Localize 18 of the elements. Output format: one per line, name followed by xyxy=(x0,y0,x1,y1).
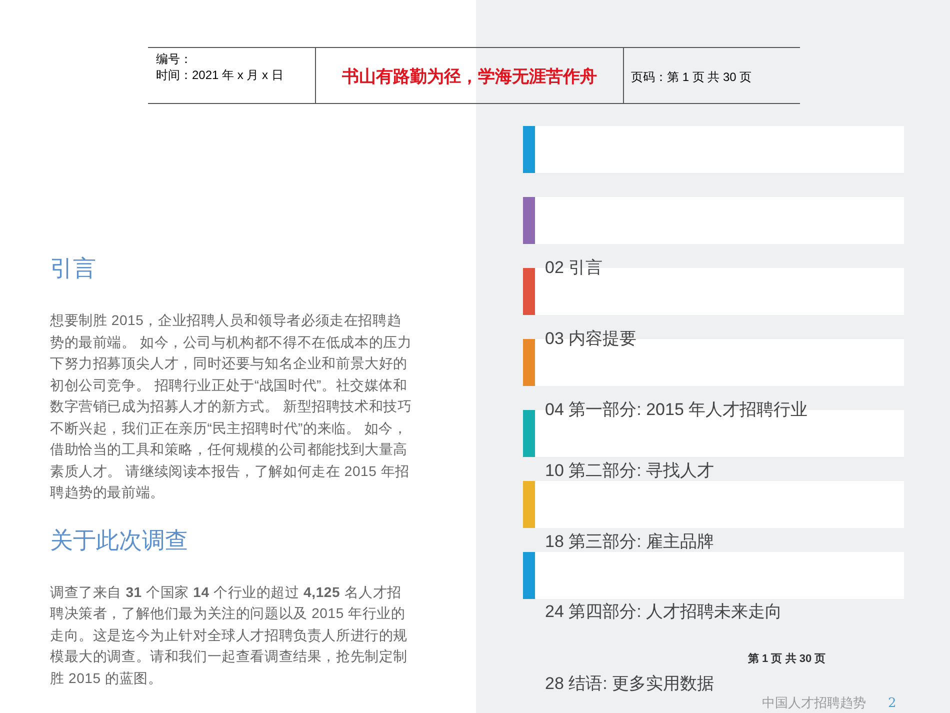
toc-entry[interactable]: 24 第四部分: 人才招聘未来走向 xyxy=(545,602,782,621)
toc-entry[interactable]: 10 第二部分: 寻找人才 xyxy=(545,461,714,480)
page-info: 页码：第 1 页 共 30 页 xyxy=(631,68,752,86)
toc-entry[interactable]: 18 第三部分: 雇主品牌 xyxy=(545,532,714,551)
toc-entry[interactable]: 28 结语: 更多实用数据 xyxy=(545,674,714,693)
page-number: 2 xyxy=(888,695,896,713)
section-paragraph: 调查了来自 31 个国家 14 个行业的超过 4,125 名人才招聘决策者，了解他们最为关注的问题以及 2015 年行业的走向。这是迄今为止针对全球人才招聘负责人所进行的规模最大的调查。请和我们一起查看调查结果，抢先制定制胜 2015 的蓝图。 xyxy=(50,582,408,688)
page-counter: 第 1 页 共 30 页 xyxy=(748,652,826,667)
toc-entry[interactable]: 02 引言 xyxy=(545,258,603,277)
section-heading: 关于此次调查 xyxy=(50,526,188,554)
motto-text: 书山有路勤为径，学海无涯苦作舟 xyxy=(342,66,597,88)
toc-entry[interactable]: 03 内容提要 xyxy=(545,329,637,348)
section-paragraph: 想要制胜 2015，企业招聘人员和领导者必须走在招聘趋势的最前端。 如今，公司与机构都不得不在低成本的压力下努力招募顶尖人才，同时还要与知名企业和前景大好的初创公司竞争。 招聘行业正处于“战国时代”。社交媒体和数字营销已成为招募人才的新方式。 新型招聘技术和技巧不断兴起，我们正在亲历“民主招聘时代”的来临。 如今，借助恰当的工具和策略，任何规模的公司都能找到大量高素质人才。 请继续阅读本报告，了解如何走在 2015 年招聘趋势的最前端。 xyxy=(50,311,413,502)
date-label: 时间：2021 年 x 月 x 日 xyxy=(156,67,284,83)
number-label: 编号： xyxy=(156,51,193,67)
toc-entry[interactable]: 04 第一部分: 2015 年人才招聘行业 xyxy=(545,400,808,419)
section-heading: 引言 xyxy=(50,254,96,283)
footer-title: 中国人才招聘趋势 xyxy=(762,695,866,713)
